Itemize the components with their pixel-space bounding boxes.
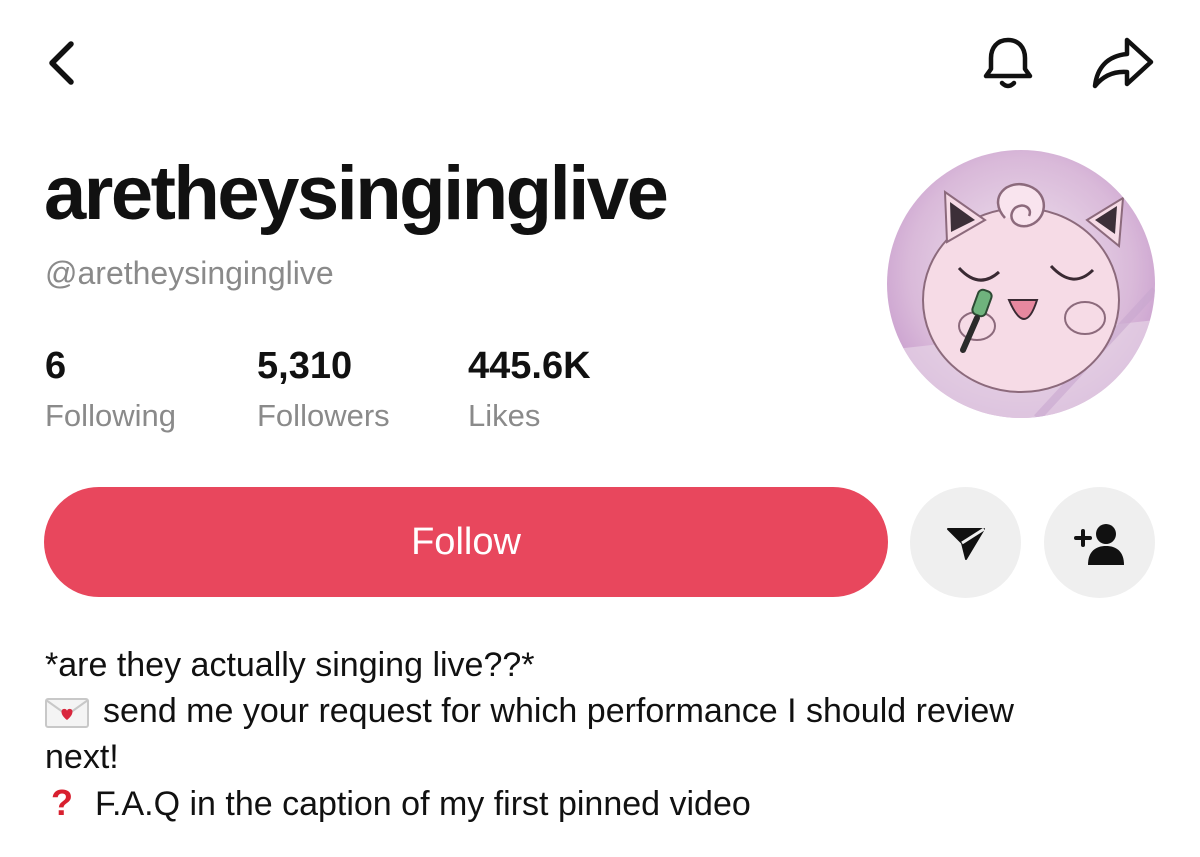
notifications-button[interactable] [974, 32, 1042, 92]
follow-button[interactable]: Follow [44, 487, 888, 597]
profile-display-name: aretheysinginglive [44, 151, 669, 236]
avatar[interactable] [887, 150, 1155, 418]
chevron-left-icon [49, 41, 74, 85]
stat-likes: 445.6K Likes [468, 345, 591, 434]
bio-line: send me your request for which performan… [45, 688, 1155, 734]
bio-line-text: F.A.Q in the caption of my first pinned … [95, 785, 751, 823]
message-button[interactable] [910, 487, 1021, 598]
share-arrow-icon [1092, 37, 1154, 89]
profile-bio: *are they actually singing live??* send … [45, 642, 1155, 827]
add-friend-button[interactable] [1044, 487, 1155, 598]
bio-line: ? F.A.Q in the caption of my first pinned… [45, 780, 1155, 827]
bio-line: next! [45, 738, 119, 776]
stat-label: Following [45, 398, 176, 433]
stat-following[interactable]: 6 Following [45, 345, 176, 434]
love-letter-icon [45, 698, 89, 729]
stat-label: Followers [257, 398, 390, 433]
bio-line: *are they actually singing live??* [45, 646, 535, 684]
share-button[interactable] [1086, 32, 1160, 92]
stat-value: 5,310 [257, 345, 353, 387]
stat-followers[interactable]: 5,310 Followers [257, 345, 390, 434]
bio-line-text: send me your request for which performan… [103, 692, 1014, 730]
back-button[interactable] [36, 36, 86, 90]
add-user-icon [1073, 523, 1124, 565]
jigglypuff-avatar [887, 150, 1155, 418]
red-question-mark-icon: ? [51, 782, 73, 823]
bell-icon [983, 37, 1033, 89]
stat-value: 445.6K [468, 345, 591, 387]
stat-label: Likes [468, 398, 541, 433]
send-message-icon [946, 527, 985, 560]
profile-handle: @aretheysinginglive [45, 255, 334, 291]
stat-value: 6 [45, 345, 67, 387]
